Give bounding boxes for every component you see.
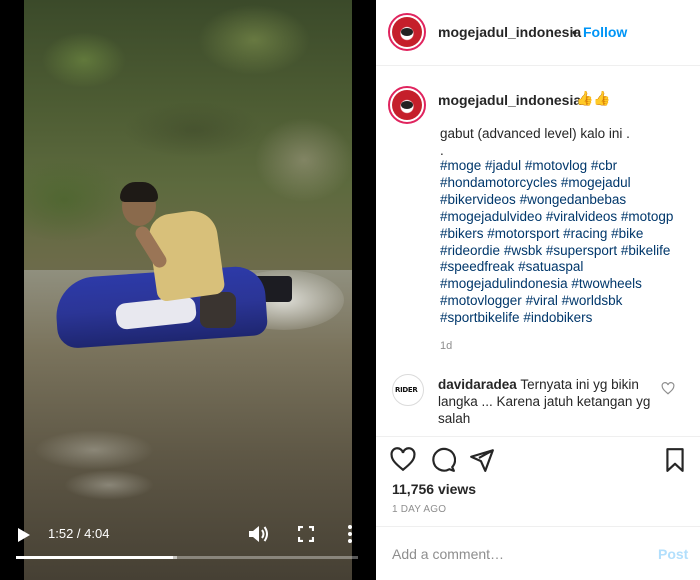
- hashtag-link[interactable]: #worldsbk: [562, 293, 623, 308]
- hashtag-link[interactable]: #viral: [526, 293, 558, 308]
- hashtag-link[interactable]: #bike: [611, 226, 643, 241]
- hashtag-link[interactable]: #mogejadulindonesia: [440, 276, 568, 291]
- rider-logo: RIDER: [395, 386, 418, 394]
- post-header: mogejadul_indonesia • Follow: [376, 0, 700, 66]
- separator-dot: •: [572, 24, 577, 40]
- fullscreen-icon[interactable]: [298, 526, 314, 542]
- hashtag-link[interactable]: #speedfreak: [440, 259, 514, 274]
- comment-username[interactable]: davidaradea: [438, 377, 517, 392]
- hashtag-link[interactable]: #indobikers: [523, 310, 592, 325]
- hashtag-link[interactable]: #motovlog: [525, 158, 587, 173]
- hashtag-link[interactable]: #satuaspal: [518, 259, 583, 274]
- hashtag-link[interactable]: #bikers: [440, 226, 484, 241]
- comment-like-icon[interactable]: [661, 382, 675, 395]
- post-date[interactable]: 1 DAY AGO: [392, 504, 446, 515]
- profile-logo: [392, 90, 422, 120]
- comment-input[interactable]: [392, 543, 632, 565]
- volume-icon[interactable]: [248, 524, 270, 544]
- share-icon[interactable]: [469, 447, 495, 473]
- hashtag-link[interactable]: #rideordie: [440, 243, 500, 258]
- comment-icon[interactable]: [430, 447, 456, 473]
- comment-item: davidaradea Ternyata ini yg bikin langka…: [438, 376, 670, 427]
- hashtag-link[interactable]: #twowheels: [571, 276, 642, 291]
- caption-text: gabut (advanced level) kalo ini . .: [440, 126, 630, 158]
- hashtag-list: #moge #jadul #motovlog #cbr #hondamotorc…: [440, 158, 692, 327]
- hashtag-link[interactable]: #motorsport: [487, 226, 559, 241]
- hashtag-link[interactable]: #moge: [440, 158, 481, 173]
- caption-timestamp[interactable]: 1d: [440, 340, 452, 352]
- comment-avatar[interactable]: RIDER: [392, 374, 424, 406]
- caption-username[interactable]: mogejadul_indonesia: [438, 92, 581, 108]
- hashtag-link[interactable]: #mogejadul: [561, 175, 631, 190]
- progress-fill: [16, 556, 173, 559]
- letterbox-right: [352, 0, 376, 580]
- hashtag-link[interactable]: #jadul: [485, 158, 521, 173]
- hashtag-link[interactable]: #wongedanbebas: [520, 192, 627, 207]
- hashtag-link[interactable]: #mogejadulvideo: [440, 209, 542, 224]
- hashtag-link[interactable]: #viralvideos: [546, 209, 617, 224]
- caption-emoji: 👍👍: [576, 90, 611, 106]
- action-bar: [376, 436, 700, 480]
- letterbox-left: [0, 0, 24, 580]
- hashtag-link[interactable]: #motogp: [621, 209, 674, 224]
- view-count[interactable]: 11,756 views: [392, 481, 476, 497]
- video-time: 1:52 / 4:04: [48, 526, 110, 541]
- video-player[interactable]: 1:52 / 4:04: [0, 0, 376, 580]
- hashtag-link[interactable]: #cbr: [591, 158, 617, 173]
- more-options-icon[interactable]: [346, 524, 354, 544]
- post-side-panel: mogejadul_indonesia • Follow mogejadul_i…: [376, 0, 700, 580]
- hashtag-link[interactable]: #motovlogger: [440, 293, 522, 308]
- profile-logo: [392, 17, 422, 47]
- avatar[interactable]: [388, 13, 426, 51]
- hashtag-link[interactable]: #bikervideos: [440, 192, 516, 207]
- hashtag-link[interactable]: #bikelife: [621, 243, 671, 258]
- header-username[interactable]: mogejadul_indonesia: [438, 24, 581, 40]
- video-progress-bar[interactable]: [16, 556, 358, 559]
- instagram-post-modal: 1:52 / 4:04 mogejadul_indonesia • Follow…: [0, 0, 700, 580]
- hashtag-link[interactable]: #racing: [563, 226, 607, 241]
- caption-avatar[interactable]: [388, 86, 426, 124]
- hashtag-link[interactable]: #wsbk: [504, 243, 542, 258]
- add-comment-box: Post: [376, 526, 700, 580]
- post-button[interactable]: Post: [658, 546, 688, 562]
- hashtag-link[interactable]: #hondamotorcycles: [440, 175, 557, 190]
- hashtag-link[interactable]: #sportbikelife: [440, 310, 520, 325]
- save-bookmark-icon[interactable]: [662, 447, 688, 473]
- play-icon[interactable]: [18, 528, 30, 542]
- follow-button[interactable]: Follow: [583, 24, 627, 40]
- like-icon[interactable]: [390, 447, 416, 473]
- hashtag-link[interactable]: #supersport: [546, 243, 617, 258]
- video-frame[interactable]: [24, 0, 352, 580]
